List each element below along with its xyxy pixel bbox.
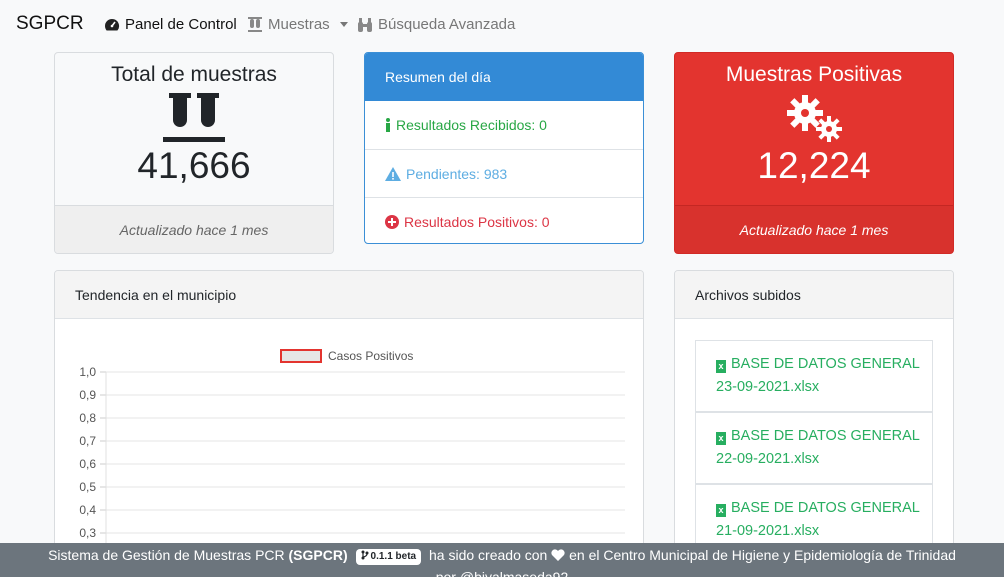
test-tubes-icon bbox=[248, 17, 262, 32]
total-samples-card: Total de muestras 41,666 Actualizado hac… bbox=[54, 52, 334, 254]
total-samples-title: Total de muestras bbox=[111, 63, 277, 86]
uploaded-files-card: Archivos subidos x BASE DE DATOS GENERAL … bbox=[674, 270, 954, 570]
positive-samples-value: 12,224 bbox=[757, 145, 871, 186]
nav-busqueda-avanzada[interactable]: Búsqueda Avanzada bbox=[357, 16, 515, 33]
file-item[interactable]: x BASE DE DATOS GENERAL 22-09-2021.xlsx bbox=[695, 412, 933, 484]
nav-panel-label: Panel de Control bbox=[125, 16, 237, 33]
y-tick-label: 0,4 bbox=[79, 503, 96, 517]
footer-acronym: (SGPCR) bbox=[288, 547, 348, 563]
received-results-label: Resultados Recibidos: 0 bbox=[396, 117, 547, 133]
nav-muestras-label: Muestras bbox=[268, 16, 330, 33]
footer-middle: ha sido creado con bbox=[429, 547, 548, 563]
test-tubes-large-icon bbox=[55, 93, 333, 145]
nav-busqueda-label: Búsqueda Avanzada bbox=[378, 16, 516, 33]
y-tick-label: 0,6 bbox=[79, 457, 96, 471]
excel-file-icon: x bbox=[716, 504, 726, 517]
version-badge: 0.1.1 beta bbox=[355, 549, 422, 565]
y-tick-label: 0,9 bbox=[79, 388, 96, 402]
version-label: 0.1.1 beta bbox=[370, 551, 417, 562]
plus-circle-icon bbox=[385, 214, 399, 229]
positive-samples-card: Muestras Positivas 12,224 Actualizado ha… bbox=[674, 52, 954, 254]
footer-suffix: en el Centro Municipal de Higiene y Epid… bbox=[569, 547, 956, 563]
y-tick-label: 0,8 bbox=[79, 411, 96, 425]
info-icon bbox=[386, 118, 390, 132]
file-item[interactable]: x BASE DE DATOS GENERAL 23-09-2021.xlsx bbox=[695, 340, 933, 412]
positive-results-label: Resultados Positivos: 0 bbox=[404, 213, 550, 230]
daily-summary-title: Resumen del día bbox=[365, 53, 643, 101]
excel-file-icon: x bbox=[716, 360, 726, 373]
legend-label: Casos Positivos bbox=[328, 349, 413, 363]
file-name-line1: BASE DE DATOS GENERAL bbox=[731, 428, 920, 444]
excel-file-icon: x bbox=[716, 432, 726, 445]
trend-chart: Casos Positivos 1,0 0,9 0,8 0,7 0,6 0,5 0,4 0,3 bbox=[79, 349, 625, 569]
positive-samples-updated: Actualizado hace 1 mes bbox=[675, 205, 953, 253]
positive-results-row[interactable]: Resultados Positivos: 0 bbox=[365, 197, 643, 243]
file-name-line2: 22-09-2021.xlsx bbox=[716, 451, 820, 467]
y-tick-label: 0,5 bbox=[79, 480, 96, 494]
received-results-row[interactable]: Resultados Recibidos: 0 bbox=[365, 101, 643, 149]
footer-author: por @biyalmaseda92 bbox=[435, 569, 569, 577]
footer: Sistema de Gestión de Muestras PCR (SGPC… bbox=[0, 543, 1004, 577]
brand-logo[interactable]: SGPCR bbox=[16, 13, 84, 35]
total-samples-updated: Actualizado hace 1 mes bbox=[55, 205, 333, 253]
heart-icon bbox=[551, 549, 565, 561]
total-samples-value: 41,666 bbox=[137, 145, 251, 186]
dashboard-icon bbox=[105, 18, 120, 30]
chevron-down-icon bbox=[339, 22, 348, 27]
file-name-line1: BASE DE DATOS GENERAL bbox=[731, 356, 920, 372]
virus-icon bbox=[675, 93, 953, 145]
warning-icon bbox=[385, 166, 401, 181]
y-tick-label: 0,3 bbox=[79, 526, 96, 540]
daily-summary-card: Resumen del día Resultados Recibidos: 0 … bbox=[364, 52, 644, 244]
file-name-line2: 23-09-2021.xlsx bbox=[716, 379, 820, 395]
positive-samples-title: Muestras Positivas bbox=[725, 63, 903, 86]
nav-muestras-dropdown[interactable]: Muestras bbox=[247, 16, 348, 33]
navbar: SGPCR Panel de Control Muestras Búsqueda… bbox=[0, 0, 1004, 50]
pending-label: Pendientes: 983 bbox=[406, 165, 508, 182]
nav-panel-de-control[interactable]: Panel de Control bbox=[104, 16, 237, 33]
y-tick-label: 0,7 bbox=[79, 434, 96, 448]
file-name-line1: BASE DE DATOS GENERAL bbox=[731, 500, 920, 516]
uploaded-files-title: Archivos subidos bbox=[675, 271, 953, 319]
file-name-line2: 21-09-2021.xlsx bbox=[716, 523, 820, 539]
binoculars-icon bbox=[358, 17, 372, 32]
branch-icon bbox=[361, 550, 369, 560]
pending-row[interactable]: Pendientes: 983 bbox=[365, 149, 643, 197]
footer-prefix: Sistema de Gestión de Muestras PCR bbox=[48, 547, 285, 563]
y-tick-label: 1,0 bbox=[79, 365, 96, 379]
legend-swatch bbox=[280, 349, 322, 363]
trend-card-title: Tendencia en el municipio bbox=[55, 271, 643, 319]
trend-card: Tendencia en el municipio Casos Positivo… bbox=[54, 270, 644, 570]
